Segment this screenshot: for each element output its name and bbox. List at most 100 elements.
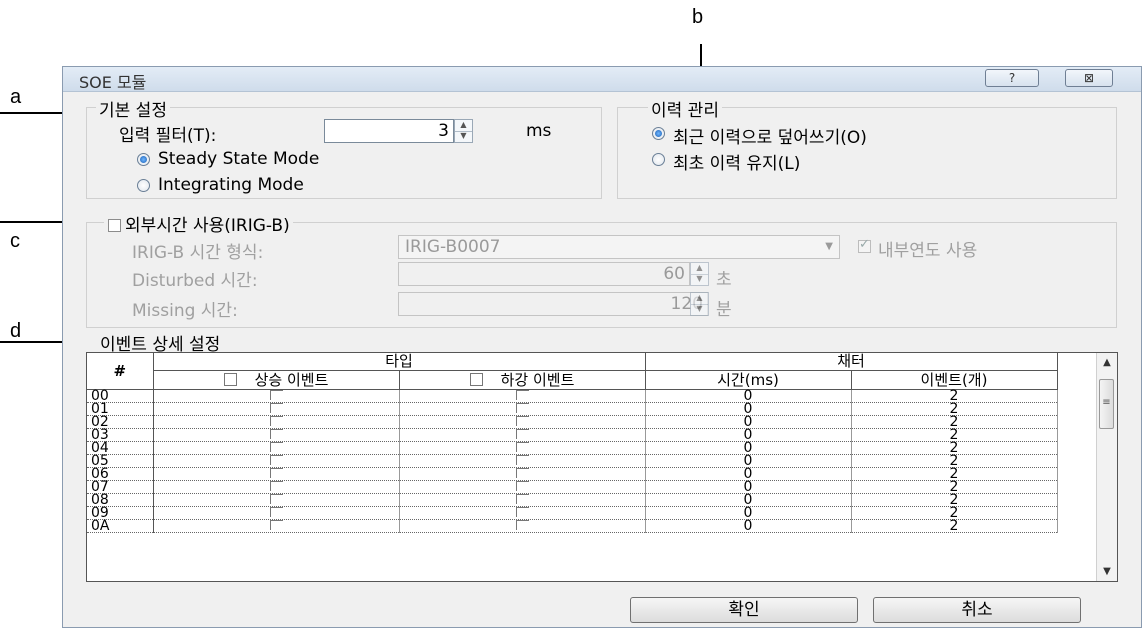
disturbed-spinner[interactable]: ▲ ▼ [690, 262, 709, 286]
col-falling-header[interactable]: 하강 이벤트 [399, 370, 646, 390]
spin-down-icon[interactable]: ▼ [691, 274, 708, 285]
rising-cell[interactable] [153, 519, 400, 533]
keep-first-label[interactable]: 최초 이력 유지(L) [673, 149, 800, 174]
falling-cell[interactable] [399, 441, 646, 455]
falling-all-checkbox[interactable] [469, 372, 483, 386]
missing-spinner[interactable]: ▲ ▼ [690, 292, 709, 316]
falling-checkbox[interactable] [515, 390, 529, 400]
input-filter-spinner[interactable]: ▲ ▼ [454, 119, 473, 143]
count-cell[interactable]: 2 [851, 519, 1058, 533]
col-time-header: 시간(ms) [645, 370, 852, 390]
rising-cell[interactable] [153, 441, 400, 455]
falling-checkbox[interactable] [515, 507, 529, 517]
internal-year-checkbox[interactable] [858, 237, 871, 253]
falling-cell[interactable] [399, 506, 646, 520]
event-grid[interactable]: # 타입 채터 상승 이벤트 하강 이벤트 시간(ms) 이벤트(개) 00 0 2… [86, 352, 1118, 582]
steady-state-label[interactable]: Steady State Mode [158, 149, 319, 169]
scroll-down-icon[interactable]: ▼ [1097, 566, 1117, 577]
falling-cell[interactable] [399, 493, 646, 507]
falling-checkbox[interactable] [515, 416, 529, 426]
rising-all-checkbox[interactable] [223, 372, 237, 386]
table-row[interactable]: 0A 0 2 [87, 519, 1058, 533]
chevron-down-icon: ▼ [825, 241, 833, 252]
integrating-label[interactable]: Integrating Mode [158, 175, 304, 195]
table-row[interactable]: 06 0 2 [87, 467, 1058, 481]
falling-cell[interactable] [399, 389, 646, 403]
falling-checkbox[interactable] [515, 442, 529, 452]
table-row[interactable]: 01 0 2 [87, 402, 1058, 416]
input-filter-unit: ms [526, 121, 552, 141]
scroll-up-icon[interactable]: ▲ [1097, 357, 1117, 368]
annotation-c-label: c [10, 230, 20, 252]
falling-cell[interactable] [399, 415, 646, 429]
rising-checkbox[interactable] [269, 429, 283, 439]
table-row[interactable]: 09 0 2 [87, 506, 1058, 520]
table-row[interactable]: 02 0 2 [87, 415, 1058, 429]
time-cell[interactable]: 0 [645, 519, 852, 533]
internal-year-label[interactable]: 내부연도 사용 [878, 236, 977, 261]
missing-field[interactable]: 120 [398, 292, 708, 316]
steady-state-radio[interactable] [137, 153, 150, 166]
overwrite-radio[interactable] [652, 127, 665, 140]
table-row[interactable]: 08 0 2 [87, 493, 1058, 507]
rising-checkbox[interactable] [269, 507, 283, 517]
rising-checkbox[interactable] [269, 403, 283, 413]
overwrite-label[interactable]: 최근 이력으로 덮어쓰기(O) [673, 123, 867, 148]
rising-checkbox[interactable] [269, 442, 283, 452]
close-button[interactable]: ⊠ [1065, 69, 1113, 87]
falling-checkbox[interactable] [515, 520, 529, 530]
table-row[interactable]: 00 0 2 [87, 389, 1058, 403]
rising-cell[interactable] [153, 402, 400, 416]
col-count-header: 이벤트(개) [851, 370, 1058, 390]
rising-checkbox[interactable] [269, 520, 283, 530]
help-button[interactable]: ? [985, 69, 1039, 87]
integrating-radio[interactable] [137, 179, 150, 192]
rising-checkbox[interactable] [269, 390, 283, 400]
rising-checkbox[interactable] [269, 455, 283, 465]
disturbed-unit: 초 [716, 270, 732, 290]
falling-cell[interactable] [399, 467, 646, 481]
rising-checkbox[interactable] [269, 416, 283, 426]
rising-cell[interactable] [153, 454, 400, 468]
falling-cell[interactable] [399, 428, 646, 442]
rising-cell[interactable] [153, 389, 400, 403]
rising-checkbox[interactable] [269, 468, 283, 478]
falling-cell[interactable] [399, 454, 646, 468]
table-row[interactable]: 03 0 2 [87, 428, 1058, 442]
disturbed-field[interactable]: 60 [398, 262, 690, 286]
rising-checkbox[interactable] [269, 494, 283, 504]
table-row[interactable]: 04 0 2 [87, 441, 1058, 455]
falling-cell[interactable] [399, 519, 646, 533]
ok-button[interactable]: 확인 [630, 597, 858, 623]
scroll-thumb[interactable]: ≡ [1099, 379, 1114, 429]
falling-cell[interactable] [399, 480, 646, 494]
irig-group-label[interactable]: 외부시간 사용(IRIG-B) [125, 216, 290, 236]
rising-cell[interactable] [153, 506, 400, 520]
rising-cell[interactable] [153, 467, 400, 481]
falling-checkbox[interactable] [515, 481, 529, 491]
falling-checkbox[interactable] [515, 429, 529, 439]
falling-checkbox[interactable] [515, 403, 529, 413]
col-rising-header[interactable]: 상승 이벤트 [153, 370, 400, 390]
rising-cell[interactable] [153, 493, 400, 507]
spin-down-icon[interactable]: ▼ [455, 131, 472, 142]
keep-first-radio[interactable] [652, 153, 665, 166]
falling-checkbox[interactable] [515, 494, 529, 504]
irig-format-value: IRIG-B0007 [405, 237, 501, 257]
rising-checkbox[interactable] [269, 481, 283, 491]
falling-checkbox[interactable] [515, 455, 529, 465]
irig-format-select[interactable]: IRIG-B0007 ▼ [398, 235, 840, 259]
rising-cell[interactable] [153, 428, 400, 442]
irig-enable-checkbox[interactable] [108, 219, 121, 232]
input-filter-field[interactable]: 3 [324, 119, 454, 143]
falling-cell[interactable] [399, 402, 646, 416]
cancel-button[interactable]: 취소 [873, 597, 1081, 623]
col-rising-label: 상승 이벤트 [254, 370, 329, 389]
vertical-scrollbar[interactable]: ▲ ≡ ▼ [1096, 353, 1117, 581]
falling-checkbox[interactable] [515, 468, 529, 478]
table-row[interactable]: 07 0 2 [87, 480, 1058, 494]
rising-cell[interactable] [153, 415, 400, 429]
table-row[interactable]: 05 0 2 [87, 454, 1058, 468]
spin-down-icon[interactable]: ▼ [691, 304, 708, 315]
rising-cell[interactable] [153, 480, 400, 494]
